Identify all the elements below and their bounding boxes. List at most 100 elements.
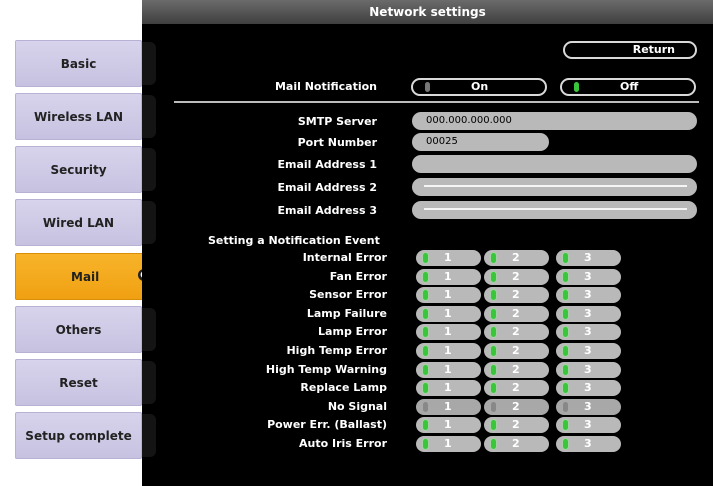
mail-notification-label: Mail Notification <box>274 80 377 93</box>
port-number-field[interactable]: 00025 <box>412 133 549 151</box>
event-toggle-label: 1 <box>444 325 452 338</box>
led-on-icon <box>423 365 428 375</box>
event-toggle-1[interactable]: 1 <box>416 399 481 415</box>
sidebar-item-setup-complete[interactable]: Setup complete <box>15 412 142 459</box>
smtp-server-field[interactable]: 000.000.000.000 <box>412 112 697 130</box>
event-toggle-3[interactable]: 3 <box>556 343 621 359</box>
event-toggle-2[interactable]: 2 <box>484 380 549 396</box>
event-toggle-3[interactable]: 3 <box>556 324 621 340</box>
event-toggle-label: 3 <box>584 251 592 264</box>
event-toggle-2[interactable]: 2 <box>484 287 549 303</box>
mail-notification-on-toggle[interactable]: On <box>411 78 547 96</box>
event-toggle-3[interactable]: 3 <box>556 362 621 378</box>
event-toggle-label: 1 <box>444 400 452 413</box>
event-label: Fan Error <box>329 270 387 283</box>
event-label: Sensor Error <box>309 288 387 301</box>
event-toggle-2[interactable]: 2 <box>484 343 549 359</box>
event-toggle-1[interactable]: 1 <box>416 250 481 266</box>
event-toggle-label: 1 <box>444 344 452 357</box>
event-toggle-2[interactable]: 2 <box>484 399 549 415</box>
event-toggle-3[interactable]: 3 <box>556 306 621 322</box>
event-toggle-2[interactable]: 2 <box>484 250 549 266</box>
sidebar-item-wireless-lan[interactable]: Wireless LAN <box>15 93 142 140</box>
email-address-1-field[interactable] <box>412 155 697 173</box>
event-toggle-2[interactable]: 2 <box>484 324 549 340</box>
tab-edge <box>142 42 156 85</box>
sidebar-item-others[interactable]: Others <box>15 306 142 353</box>
event-toggle-1[interactable]: 1 <box>416 436 481 452</box>
event-toggle-1[interactable]: 1 <box>416 287 481 303</box>
led-on-icon <box>563 309 568 319</box>
event-label: Replace Lamp <box>300 381 387 394</box>
sidebar-item-label: Security <box>50 162 107 177</box>
led-on-icon <box>563 253 568 263</box>
led-on-icon <box>563 327 568 337</box>
email-address-1-label: Email Address 1 <box>277 158 378 171</box>
event-toggle-label: 3 <box>584 418 592 431</box>
field-inner-line <box>424 185 687 187</box>
event-toggle-3[interactable]: 3 <box>556 250 621 266</box>
event-toggle-3[interactable]: 3 <box>556 287 621 303</box>
event-toggle-2[interactable]: 2 <box>484 306 549 322</box>
event-toggle-1[interactable]: 1 <box>416 362 481 378</box>
led-on-icon <box>423 272 428 282</box>
sidebar-item-basic[interactable]: Basic <box>15 40 142 87</box>
led-on-icon <box>423 439 428 449</box>
led-on-icon <box>563 272 568 282</box>
led-on-icon <box>491 290 496 300</box>
smtp-server-value: 000.000.000.000 <box>426 115 512 126</box>
event-toggle-1[interactable]: 1 <box>416 324 481 340</box>
event-toggle-label: 2 <box>512 307 520 320</box>
event-toggle-label: 2 <box>512 325 520 338</box>
email-address-3-field[interactable] <box>412 201 697 219</box>
field-inner-line <box>424 208 687 210</box>
led-on-icon <box>423 290 428 300</box>
tab-edge <box>142 308 156 351</box>
led-on-icon <box>423 253 428 263</box>
sidebar-item-label: Setup complete <box>25 428 132 443</box>
event-toggle-label: 3 <box>584 344 592 357</box>
event-toggle-3[interactable]: 3 <box>556 436 621 452</box>
return-button-label: Return <box>632 43 675 56</box>
event-toggle-2[interactable]: 2 <box>484 362 549 378</box>
sidebar-item-reset[interactable]: Reset <box>15 359 142 406</box>
event-label: Lamp Failure <box>306 307 387 320</box>
event-toggle-label: 1 <box>444 307 452 320</box>
event-toggle-1[interactable]: 1 <box>416 417 481 433</box>
led-on-icon <box>563 383 568 393</box>
event-toggle-1[interactable]: 1 <box>416 269 481 285</box>
email-address-2-field[interactable] <box>412 178 697 196</box>
tab-edge <box>142 95 156 138</box>
event-toggle-3[interactable]: 3 <box>556 399 621 415</box>
return-button[interactable]: Return <box>563 41 697 59</box>
event-toggle-label: 3 <box>584 288 592 301</box>
event-toggle-1[interactable]: 1 <box>416 306 481 322</box>
led-on-icon <box>491 272 496 282</box>
divider <box>174 101 699 103</box>
event-toggle-2[interactable]: 2 <box>484 417 549 433</box>
event-toggle-1[interactable]: 1 <box>416 380 481 396</box>
event-toggle-1[interactable]: 1 <box>416 343 481 359</box>
event-toggle-label: 1 <box>444 381 452 394</box>
led-on-icon <box>491 383 496 393</box>
event-toggle-3[interactable]: 3 <box>556 417 621 433</box>
tab-edge <box>142 361 156 404</box>
event-label: High Temp Error <box>286 344 387 357</box>
event-toggle-label: 3 <box>584 381 592 394</box>
event-toggle-2[interactable]: 2 <box>484 436 549 452</box>
sidebar-item-security[interactable]: Security <box>15 146 142 193</box>
event-toggle-3[interactable]: 3 <box>556 269 621 285</box>
event-toggle-3[interactable]: 3 <box>556 380 621 396</box>
event-toggle-label: 1 <box>444 288 452 301</box>
sidebar-item-label: Wireless LAN <box>33 109 124 124</box>
mail-notification-off-toggle[interactable]: Off <box>560 78 696 96</box>
event-label: High Temp Warning <box>265 363 387 376</box>
event-toggle-label: 2 <box>512 437 520 450</box>
event-toggle-label: 1 <box>444 363 452 376</box>
sidebar-item-wired-lan[interactable]: Wired LAN <box>15 199 142 246</box>
event-toggle-label: 2 <box>512 381 520 394</box>
event-toggle-label: 2 <box>512 270 520 283</box>
tab-edge <box>142 201 156 244</box>
sidebar-item-mail[interactable]: Mail ● <box>15 253 156 300</box>
event-toggle-2[interactable]: 2 <box>484 269 549 285</box>
